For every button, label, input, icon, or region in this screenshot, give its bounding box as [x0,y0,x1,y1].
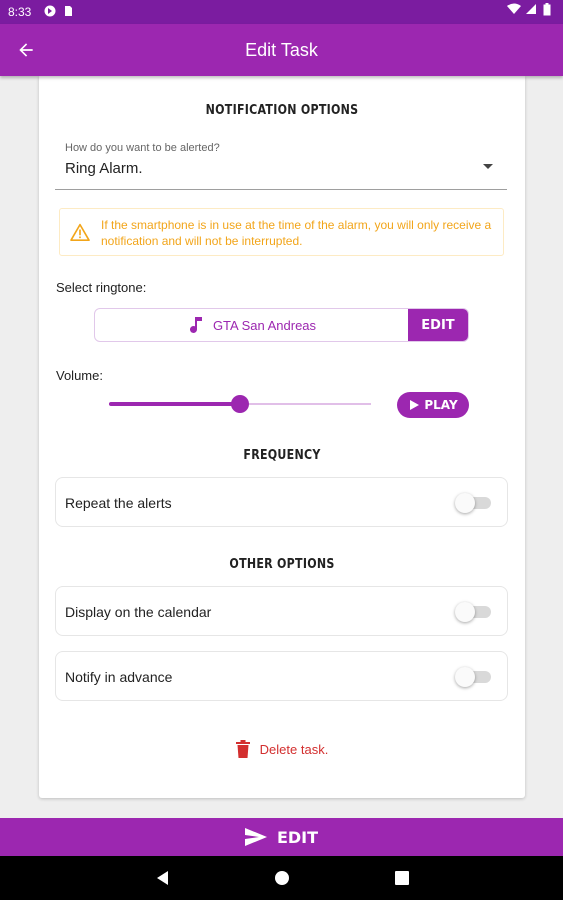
ringtone-selector: GTA San Andreas EDIT [94,308,469,342]
bottom-edit-label: EDIT [276,827,319,847]
alert-type-value: Ring Alarm. [65,160,143,177]
switch-thumb [455,493,475,513]
slider-fill [109,402,240,406]
repeat-alerts-row[interactable]: Repeat the alerts [55,477,508,527]
app-notification-icon [44,5,56,17]
alarm-warning: If the smartphone is in use at the time … [59,208,504,256]
recents-square-icon[interactable] [392,868,412,888]
sim-card-icon [62,5,74,17]
status-time: 8:33 [8,5,32,19]
status-icons-left [44,5,74,17]
other-options-title: OTHER OPTIONS [229,557,335,572]
notify-advance-row[interactable]: Notify in advance [55,651,508,701]
wifi-icon [507,3,521,15]
home-circle-icon[interactable] [272,868,292,888]
display-calendar-toggle[interactable] [455,602,491,622]
switch-thumb [455,667,475,687]
send-icon [244,828,267,846]
repeat-alerts-toggle[interactable] [455,493,491,513]
battery-icon [543,3,555,16]
volume-label: Volume: [56,368,103,383]
play-icon [410,400,420,410]
frequency-title: FREQUENCY [243,448,321,463]
warning-text: If the smartphone is in use at the time … [101,218,492,248]
ringtone-name-button[interactable]: GTA San Andreas [95,309,410,341]
volume-slider[interactable] [109,394,371,414]
display-calendar-row[interactable]: Display on the calendar [55,586,508,636]
task-options-card: NOTIFICATION OPTIONS How do you want to … [39,76,525,798]
status-bar: 8:33 [0,0,563,24]
notify-advance-toggle[interactable] [455,667,491,687]
delete-task-button[interactable]: Delete task. [39,740,525,758]
signal-icon [525,3,537,15]
page-title: Edit Task [245,40,318,60]
music-note-icon [189,317,202,333]
ringtone-label: Select ringtone: [56,280,147,295]
bottom-edit-button[interactable]: EDIT [0,818,563,856]
notify-advance-label: Notify in advance [65,669,173,685]
repeat-alerts-label: Repeat the alerts [65,495,172,511]
play-button[interactable]: PLAY [397,392,469,418]
ringtone-name: GTA San Andreas [212,317,317,333]
display-calendar-label: Display on the calendar [65,604,212,620]
back-triangle-icon[interactable] [153,868,173,888]
navigation-bar [0,856,563,900]
ringtone-edit-button[interactable]: EDIT [408,309,468,341]
warning-icon [70,223,90,241]
trash-icon [235,740,250,758]
slider-thumb[interactable] [231,395,249,413]
app-bar: Edit Task [0,24,563,76]
alert-type-select[interactable]: How do you want to be alerted? Ring Alar… [55,136,507,190]
delete-task-label: Delete task. [259,741,329,757]
switch-thumb [455,602,475,622]
alert-type-label: How do you want to be alerted? [65,142,220,154]
status-icons-right [507,3,555,16]
notification-options-title: NOTIFICATION OPTIONS [205,103,359,118]
dropdown-arrow-icon [483,164,493,169]
play-label: PLAY [424,398,458,412]
